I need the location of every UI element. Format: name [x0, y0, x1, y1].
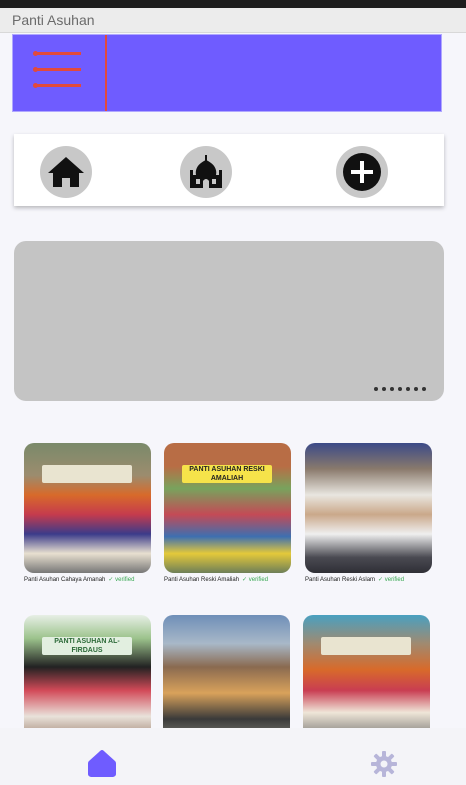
bottom-nav-home[interactable]	[86, 748, 118, 783]
gear-icon	[371, 751, 397, 777]
panti-card[interactable]: PANTI ASUHAN AL-FIRDAUS	[24, 615, 154, 745]
panti-card[interactable]: Panti Asuhan Reski Aslam ✓ verified	[305, 443, 435, 583]
panti-sign: PANTI ASUHAN RESKI AMALIAH	[182, 465, 272, 483]
panti-card[interactable]: PANTI ASUHAN RESKI AMALIAH Panti Asuhan …	[164, 443, 294, 583]
window-title: Panti Asuhan	[12, 12, 95, 28]
panti-photo	[163, 615, 290, 745]
panti-sign: PANTI ASUHAN AL-FIRDAUS	[42, 637, 132, 655]
carousel-dot[interactable]	[422, 387, 426, 391]
nav-mosque-button[interactable]	[180, 146, 232, 198]
menu-button[interactable]	[13, 35, 107, 111]
panti-card[interactable]	[163, 615, 293, 745]
panti-name: Panti Asuhan Reski Amaliah	[164, 577, 240, 583]
panti-photo	[305, 443, 432, 573]
panti-card[interactable]	[303, 615, 433, 745]
panti-name: Panti Asuhan Cahaya Amanah	[24, 577, 106, 583]
carousel-dot[interactable]	[390, 387, 394, 391]
panti-photo: PANTI ASUHAN AL-FIRDAUS	[24, 615, 151, 745]
panti-photo: PANTI ASUHAN RESKI AMALIAH	[164, 443, 291, 573]
panti-name: Panti Asuhan Reski Aslam	[305, 577, 376, 583]
category-nav	[14, 134, 444, 206]
carousel-dot[interactable]	[382, 387, 386, 391]
verified-badge: ✓ verified	[242, 577, 269, 583]
nav-add-button[interactable]	[336, 146, 388, 198]
carousel-dot[interactable]	[414, 387, 418, 391]
carousel-dot[interactable]	[398, 387, 402, 391]
verified-badge: ✓ verified	[108, 577, 135, 583]
carousel-dot[interactable]	[374, 387, 378, 391]
home-icon	[88, 750, 116, 777]
home-icon	[48, 157, 84, 187]
mosque-icon	[190, 155, 222, 188]
nav-home-button[interactable]	[40, 146, 92, 198]
verified-badge: ✓ verified	[378, 577, 405, 583]
title-bar: Panti Asuhan	[0, 8, 466, 33]
banner-carousel[interactable]	[14, 241, 444, 401]
add-circle-icon	[343, 153, 381, 191]
panti-photo	[303, 615, 430, 745]
panti-card[interactable]: Panti Asuhan Cahaya Amanah ✓ verified	[24, 443, 154, 583]
bottom-navigation	[0, 728, 466, 785]
carousel-indicator[interactable]	[374, 387, 426, 391]
app-header	[12, 34, 442, 112]
bottom-nav-settings[interactable]	[370, 750, 398, 783]
carousel-dot[interactable]	[406, 387, 410, 391]
window-top-bar	[0, 0, 466, 8]
panti-photo	[24, 443, 151, 573]
